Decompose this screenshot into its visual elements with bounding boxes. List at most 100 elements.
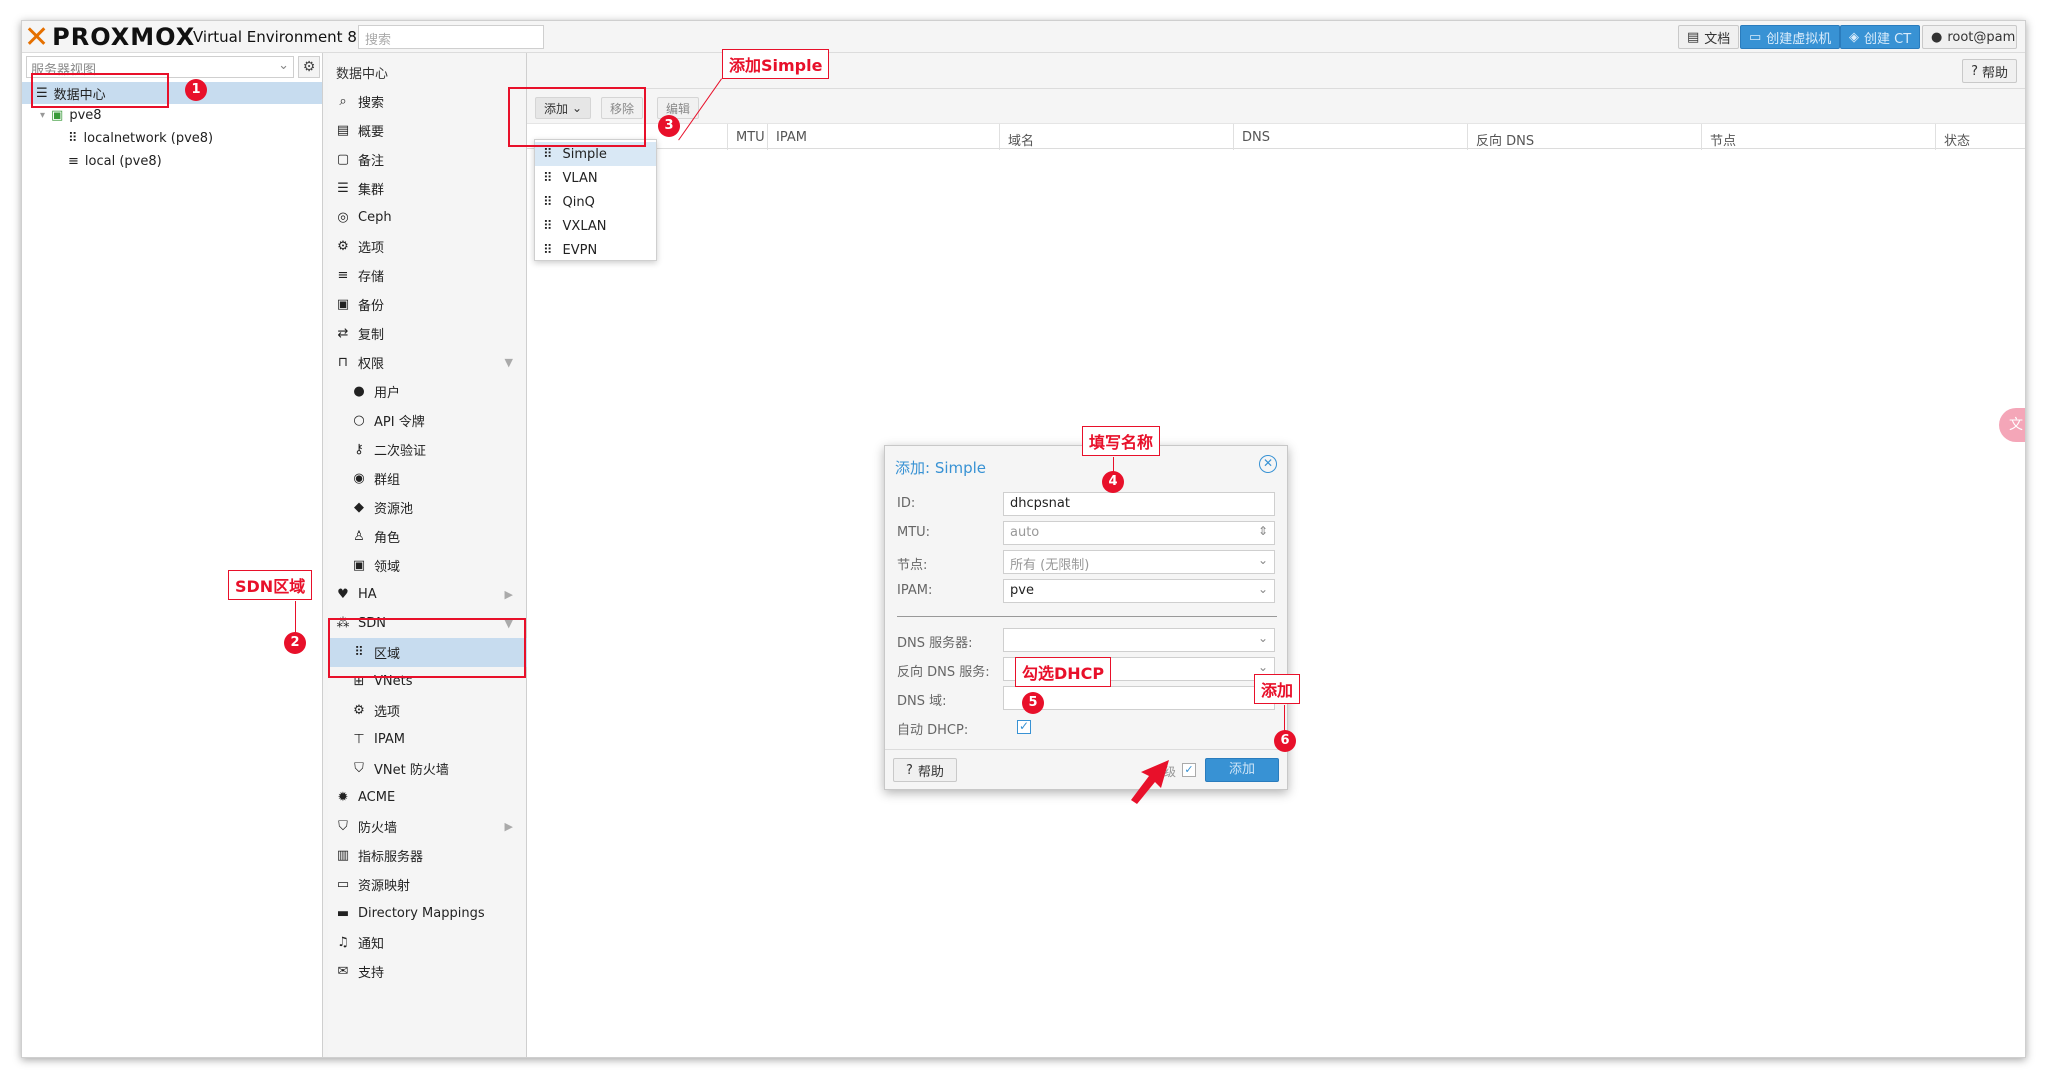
grid-icon: ⠿: [543, 146, 553, 162]
nav-item-16[interactable]: ▣ 领域: [328, 551, 527, 580]
server-icon: ☰: [36, 85, 48, 101]
close-icon[interactable]: ✕: [1259, 455, 1277, 473]
help-button[interactable]: ? 帮助: [1962, 59, 2017, 83]
mtu-stepper[interactable]: auto ⇕: [1003, 521, 1275, 545]
nav-item-label: 支持: [358, 966, 385, 981]
database-icon: ≡: [337, 268, 349, 283]
dialog-help-button[interactable]: ? 帮助: [893, 758, 957, 782]
nav-item-24[interactable]: ✹ ACME: [328, 783, 527, 812]
nav-item-label: IPAM: [374, 732, 405, 747]
column-domain[interactable]: 域名: [999, 124, 1233, 150]
grid-icon: ⠿: [543, 194, 553, 210]
column-status[interactable]: 状态: [1935, 124, 2025, 150]
create-vm-button[interactable]: ▭ 创建虚拟机: [1740, 25, 1841, 49]
nav-item-19[interactable]: ⠿ 区域: [328, 638, 527, 667]
add-zone-button[interactable]: 添加 ⌄: [535, 97, 592, 119]
view-select[interactable]: 服务器视图 ⌄: [26, 56, 294, 78]
resource-tree: 服务器视图 ⌄ ⚙ ☰ 数据中心 ▾ ▣ pve8 ⠿ localnetwork…: [22, 53, 323, 1057]
menu-item-vxlan[interactable]: ⠿ VXLAN: [535, 214, 656, 238]
menu-item-evpn[interactable]: ⠿ EVPN: [535, 238, 656, 262]
grid-icon: ⠿: [543, 242, 553, 258]
nav-item-label: 集群: [358, 183, 385, 198]
nav-item-label: VNets: [374, 674, 413, 689]
nav-item-2[interactable]: ▢ 备注: [328, 145, 527, 174]
nodes-select[interactable]: 所有 (无限制) ⌄: [1003, 550, 1275, 574]
id-input[interactable]: dhcpsnat: [1003, 492, 1275, 516]
menu-item-qinq[interactable]: ⠿ QinQ: [535, 190, 656, 214]
nav-item-11[interactable]: ○ API 令牌: [328, 406, 527, 435]
nav-item-6[interactable]: ≡ 存储: [328, 261, 527, 290]
dialog-add-button[interactable]: 添加: [1205, 758, 1279, 782]
menu-item-simple[interactable]: ⠿ Simple: [535, 142, 656, 166]
node-online-icon: ▣: [51, 107, 64, 123]
chevron-down-icon: ⌄: [572, 101, 583, 115]
docs-button[interactable]: ▤ 文档: [1678, 25, 1740, 49]
stepper-arrows-icon[interactable]: ⇕: [1258, 524, 1268, 538]
nav-item-0[interactable]: ⌕ 搜索: [328, 87, 527, 116]
note-icon: ▢: [336, 152, 350, 167]
column-mtu[interactable]: MTU: [727, 124, 767, 150]
nav-item-23[interactable]: ⛉ VNet 防火墙: [328, 754, 527, 783]
ipam-select[interactable]: pve ⌄: [1003, 579, 1275, 603]
annotation-label-fill-name: 填写名称: [1082, 426, 1161, 456]
advanced-checkbox[interactable]: ✓: [1182, 763, 1196, 777]
comments-icon: ✉: [337, 964, 349, 979]
nav-item-12[interactable]: ⚷ 二次验证: [328, 435, 527, 464]
nav-item-14[interactable]: ◆ 资源池: [328, 493, 527, 522]
nav-item-label: 二次验证: [374, 444, 427, 459]
nav-item-10[interactable]: ● 用户: [328, 377, 527, 406]
nav-item-20[interactable]: ⊞ VNets: [328, 667, 527, 696]
nav-item-21[interactable]: ⚙ 选项: [328, 696, 527, 725]
chevron-right-icon[interactable]: ▶: [505, 820, 513, 833]
gear-icon[interactable]: ⚙: [298, 56, 320, 78]
nav-item-28[interactable]: ▬ Directory Mappings: [328, 899, 527, 928]
book-icon: ▤: [336, 123, 350, 138]
nav-item-25[interactable]: ⛉ 防火墙 ▶: [328, 812, 527, 841]
nav-item-15[interactable]: ♙ 角色: [328, 522, 527, 551]
field-row-auto-dhcp: 自动 DHCP: ✓: [897, 719, 1031, 738]
remove-button[interactable]: 移除: [601, 97, 644, 119]
column-reverse-dns[interactable]: 反向 DNS: [1467, 124, 1701, 150]
nav-item-27[interactable]: ▭ 资源映射: [328, 870, 527, 899]
user-menu-button[interactable]: ● root@pam: [1922, 25, 2017, 49]
column-ipam[interactable]: IPAM: [767, 124, 999, 150]
auto-dhcp-checkbox[interactable]: ✓: [1017, 720, 1031, 734]
nav-item-26[interactable]: ▥ 指标服务器: [328, 841, 527, 870]
book-icon: ▤: [1687, 29, 1700, 45]
nav-item-8[interactable]: ⇄ 复制: [328, 319, 527, 348]
menu-item-vlan[interactable]: ⠿ VLAN: [535, 166, 656, 190]
tree-item-localnetwork[interactable]: ⠿ localnetwork (pve8): [68, 127, 213, 149]
nav-item-5[interactable]: ⚙ 选项: [328, 232, 527, 261]
annotation-number-3: 3: [658, 115, 680, 137]
nav-item-9[interactable]: ⊓ 权限 ▼: [328, 348, 527, 377]
nav-item-1[interactable]: ▤ 概要: [328, 116, 527, 145]
column-dns[interactable]: DNS: [1233, 124, 1467, 150]
nav-item-22[interactable]: ⊤ IPAM: [328, 725, 527, 754]
nav-item-18[interactable]: ⁂ SDN ▼: [328, 609, 527, 638]
version-label: Virtual Environment 8.4.0: [193, 28, 386, 46]
nav-item-17[interactable]: ♥ HA ▶: [328, 580, 527, 609]
tree-item-pve8[interactable]: ▾ ▣ pve8: [40, 104, 102, 126]
search-input[interactable]: 搜索: [358, 25, 544, 49]
tree-item-datacenter[interactable]: ☰ 数据中心: [22, 82, 322, 104]
nav-item-4[interactable]: ◎ Ceph: [328, 203, 527, 232]
chevron-right-icon[interactable]: ▶: [505, 588, 513, 601]
create-ct-button[interactable]: ◈ 创建 CT: [1840, 25, 1921, 49]
nav-item-30[interactable]: ✉ 支持: [328, 957, 527, 986]
nav-item-3[interactable]: ☰ 集群: [328, 174, 527, 203]
dns-server-select[interactable]: ⌄: [1003, 628, 1275, 652]
nav-item-13[interactable]: ◉ 群组: [328, 464, 527, 493]
tree-item-local-storage[interactable]: ≡ local (pve8): [68, 150, 162, 172]
chevron-down-icon[interactable]: ▼: [505, 617, 513, 630]
column-nodes[interactable]: 节点: [1701, 124, 1935, 150]
chevron-down-icon[interactable]: ▼: [505, 356, 513, 369]
nav-item-label: 通知: [358, 937, 385, 952]
nav-item-29[interactable]: ♫ 通知: [328, 928, 527, 957]
annotation-number-4: 4: [1102, 471, 1124, 493]
save-icon: ▣: [336, 297, 350, 312]
nav-item-7[interactable]: ▣ 备份: [328, 290, 527, 319]
dns-zone-input[interactable]: [1003, 686, 1275, 710]
folder-icon: ▭: [336, 877, 350, 892]
unlock-icon: ⊓: [337, 355, 349, 370]
translate-icon[interactable]: 文: [1999, 408, 2025, 442]
